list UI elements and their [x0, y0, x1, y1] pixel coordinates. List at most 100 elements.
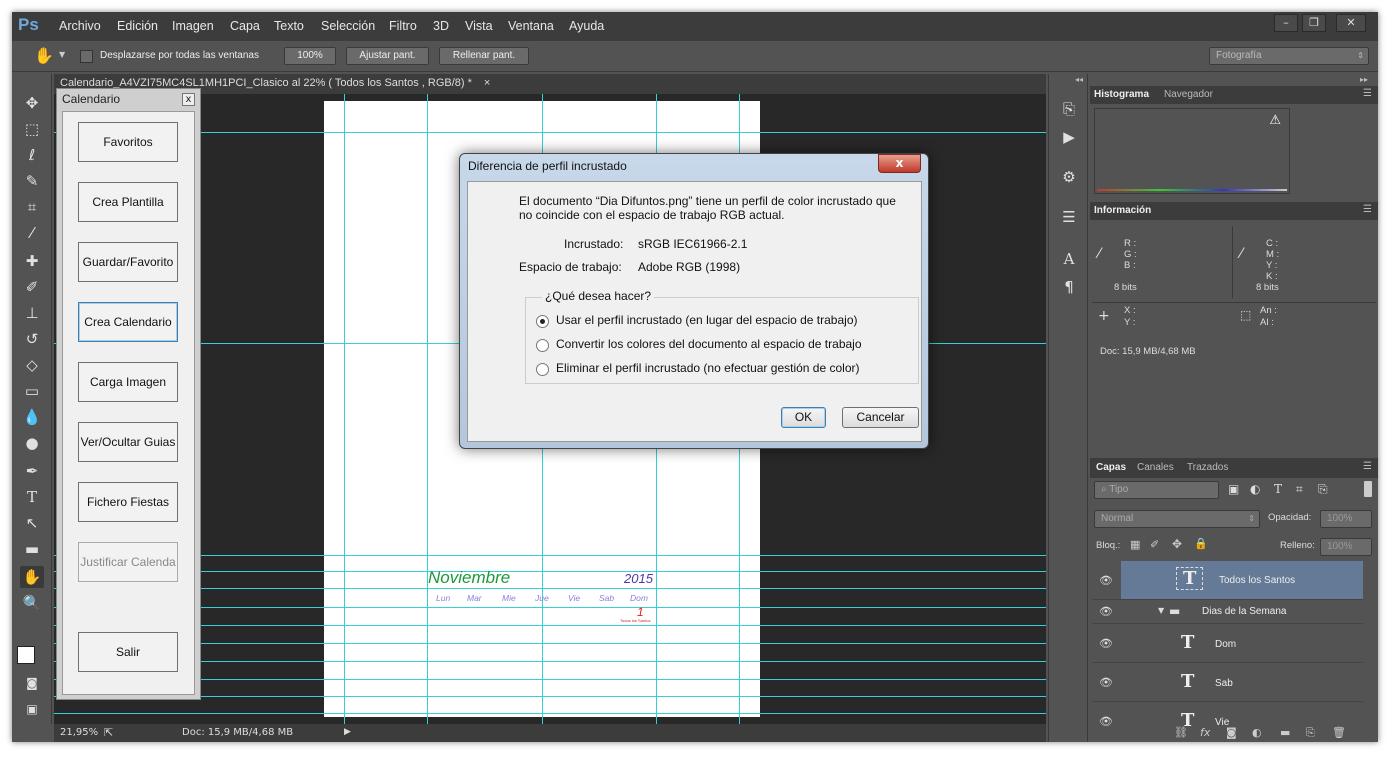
status-menu-arrow-icon[interactable]: ▶	[344, 727, 351, 737]
justificar-calendario-button[interactable]: Justificar Calenda	[78, 542, 178, 582]
fichero-fiestas-button[interactable]: Fichero Fiestas	[78, 482, 178, 522]
character-panel-icon[interactable]: A	[1057, 248, 1081, 270]
tab-histograma[interactable]: Histograma	[1094, 89, 1149, 100]
layer-row[interactable]: 👁 ▼ ▬ Dias de la Semana	[1092, 600, 1363, 624]
layer-row[interactable]: 👁 T Todos los Santos	[1092, 561, 1363, 600]
layer-row[interactable]: 👁 T Dom	[1092, 624, 1363, 663]
new-layer-icon[interactable]: ⎘	[1306, 726, 1315, 740]
visibility-eye-icon[interactable]: 👁	[1099, 637, 1113, 650]
tab-capas[interactable]: Capas	[1096, 462, 1126, 473]
fx-icon[interactable]: fx	[1200, 726, 1210, 739]
minimize-button[interactable]: –	[1274, 14, 1298, 32]
gradient-tool-icon[interactable]: ▭	[20, 380, 44, 402]
hand-tool-icon[interactable]: ✋	[34, 46, 54, 65]
close-window-button[interactable]: ✕	[1336, 14, 1366, 32]
menu-filtro[interactable]: Filtro	[389, 19, 417, 33]
blend-mode-select[interactable]: Normal ⇕	[1094, 510, 1260, 528]
eyedropper-tool-icon[interactable]: ⁄	[20, 222, 44, 244]
foreground-color-swatch[interactable]	[17, 646, 35, 664]
scroll-all-checkbox[interactable]	[80, 50, 93, 63]
document-tab-close[interactable]: ×	[484, 77, 490, 89]
layer-filter-select[interactable]: ⌕ Tipo	[1094, 481, 1219, 499]
dialog-close-button[interactable]: x	[878, 154, 921, 173]
pen-tool-icon[interactable]: ✒	[20, 460, 44, 482]
visibility-eye-icon[interactable]: 👁	[1099, 605, 1113, 618]
layer-row[interactable]: 👁 T Sab	[1092, 663, 1363, 702]
blur-tool-icon[interactable]: 💧	[20, 406, 44, 428]
filter-shape-icon[interactable]: ⌗	[1296, 482, 1303, 497]
visibility-eye-icon[interactable]: 👁	[1099, 574, 1113, 587]
quick-mask-icon[interactable]: ◙	[20, 672, 44, 694]
hand-tool-icon[interactable]: ✋	[20, 566, 44, 588]
filter-adjustment-icon[interactable]: ◐	[1250, 482, 1260, 496]
visibility-eye-icon[interactable]: 👁	[1099, 715, 1113, 728]
adjustment-layer-icon[interactable]: ◐	[1252, 726, 1262, 739]
filter-toggle[interactable]	[1364, 481, 1372, 497]
filter-pixel-icon[interactable]: ▣	[1228, 482, 1239, 496]
zoom-100-button[interactable]: 100%	[284, 47, 336, 65]
screen-mode-icon[interactable]: ▣	[20, 698, 44, 720]
panel-menu-icon[interactable]: ☰	[1363, 88, 1372, 99]
option-discard-label[interactable]: Eliminar el perfil incrustado (no efectu…	[556, 361, 859, 375]
favoritos-button[interactable]: Favoritos	[78, 122, 178, 162]
expand-arrows-icon[interactable]: ▸▸	[1360, 75, 1368, 84]
guardar-favorito-button[interactable]: Guardar/Favorito	[78, 242, 178, 282]
restore-button[interactable]: ❐	[1302, 14, 1326, 32]
fit-screen-button[interactable]: Ajustar pant.	[346, 47, 429, 65]
marquee-tool-icon[interactable]: ⬚	[20, 118, 44, 140]
tab-informacion[interactable]: Información	[1094, 205, 1151, 216]
fill-field[interactable]: 100%	[1320, 538, 1372, 556]
history-panel-icon[interactable]: ⎘	[1057, 98, 1081, 120]
shape-tool-icon[interactable]: ▬	[20, 538, 44, 560]
menu-edicion[interactable]: Edición	[117, 19, 158, 33]
new-group-icon[interactable]: ▬	[1280, 726, 1290, 739]
menu-vista[interactable]: Vista	[465, 19, 493, 33]
salir-button[interactable]: Salir	[78, 632, 178, 672]
lasso-tool-icon[interactable]: ℓ	[20, 144, 44, 166]
fill-screen-button[interactable]: Rellenar pant.	[439, 47, 529, 65]
properties-panel-icon[interactable]: ⚙	[1057, 166, 1081, 188]
brush-tool-icon[interactable]: ✐	[20, 276, 44, 298]
menu-seleccion[interactable]: Selección	[321, 19, 375, 33]
zoom-level[interactable]: 21,95%	[60, 727, 98, 738]
ok-button[interactable]: OK	[781, 407, 826, 428]
calendar-panel-close-button[interactable]: x	[182, 93, 195, 106]
opacity-field[interactable]: 100%	[1320, 510, 1372, 528]
expand-triangle-icon[interactable]: ▼	[1158, 606, 1164, 615]
healing-tool-icon[interactable]: ✚	[20, 250, 44, 272]
option-convert-label[interactable]: Convertir los colores del documento al e…	[556, 337, 862, 351]
option-use-embedded-label[interactable]: Usar el perfil incrustado (en lugar del …	[556, 313, 858, 327]
dodge-tool-icon[interactable]: ●	[20, 432, 44, 454]
lock-brush-icon[interactable]: ✐	[1150, 538, 1159, 551]
ver-ocultar-guias-button[interactable]: Ver/Ocultar Guias	[78, 422, 178, 462]
cancel-button[interactable]: Cancelar	[842, 407, 919, 428]
add-mask-icon[interactable]: ◙	[1226, 726, 1237, 739]
radio-use-embedded[interactable]	[536, 315, 549, 328]
styles-panel-icon[interactable]: ☰	[1057, 206, 1081, 228]
radio-discard[interactable]	[536, 363, 549, 376]
lock-position-icon[interactable]: ✥	[1172, 537, 1182, 551]
menu-texto[interactable]: Texto	[274, 19, 304, 33]
move-tool-icon[interactable]: ✥	[20, 92, 44, 114]
trash-icon[interactable]: 🗑	[1332, 726, 1346, 739]
crea-calendario-button[interactable]: Crea Calendario	[78, 302, 178, 342]
tool-preset-chevron-icon[interactable]: ▼	[59, 50, 65, 59]
menu-imagen[interactable]: Imagen	[172, 19, 214, 33]
actions-panel-icon[interactable]: ▶	[1057, 126, 1081, 148]
crop-tool-icon[interactable]: ⌗	[20, 196, 44, 218]
crea-plantilla-button[interactable]: Crea Plantilla	[78, 182, 178, 222]
eraser-tool-icon[interactable]: ◇	[20, 354, 44, 376]
radio-convert[interactable]	[536, 339, 549, 352]
tab-trazados[interactable]: Trazados	[1187, 462, 1228, 473]
workspace-select[interactable]: Fotografía ⇕	[1209, 47, 1369, 65]
filter-type-icon[interactable]: T	[1274, 482, 1282, 496]
history-brush-icon[interactable]: ↺	[20, 328, 44, 350]
paragraph-panel-icon[interactable]: ¶	[1057, 276, 1081, 298]
lock-transparent-icon[interactable]: ▦	[1130, 538, 1140, 551]
panel-menu-icon[interactable]: ☰	[1363, 204, 1372, 215]
menu-ventana[interactable]: Ventana	[508, 19, 554, 33]
zoom-tool-icon[interactable]: 🔍	[20, 592, 44, 614]
tab-canales[interactable]: Canales	[1137, 462, 1174, 473]
stamp-tool-icon[interactable]: ⊥	[20, 302, 44, 324]
carga-imagen-button[interactable]: Carga Imagen	[78, 362, 178, 402]
